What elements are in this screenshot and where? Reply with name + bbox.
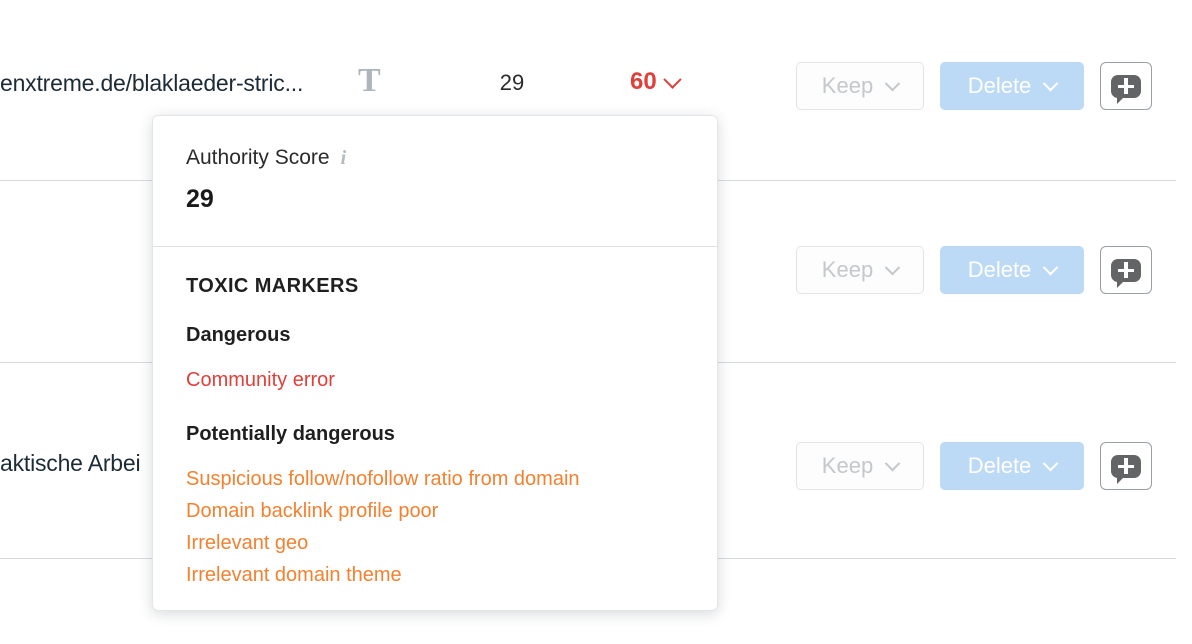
- toxic-marker-list: Suspicious follow/nofollow ratio from do…: [186, 463, 684, 591]
- delete-button-label: Delete: [967, 73, 1032, 98]
- keep-button[interactable]: Keep: [796, 246, 924, 294]
- popover-header: Authority Score i 29: [153, 116, 717, 246]
- popover-body: TOXIC MARKERS Dangerous Community error …: [153, 247, 717, 591]
- authority-score-label: Authority Score: [186, 146, 330, 169]
- authority-score-header: Authority Score i: [186, 146, 684, 170]
- delete-button[interactable]: Delete: [940, 62, 1084, 110]
- list-item: Community error: [186, 369, 335, 391]
- list-item: Irrelevant domain theme: [186, 564, 402, 586]
- chevron-down-icon: [1043, 259, 1059, 275]
- row-actions: Keep Delete: [796, 62, 1152, 110]
- delete-button[interactable]: Delete: [940, 442, 1084, 490]
- add-comment-button[interactable]: [1100, 62, 1152, 110]
- delete-button[interactable]: Delete: [940, 246, 1084, 294]
- chevron-down-icon: [884, 455, 901, 471]
- list-item: Suspicious follow/nofollow ratio from do…: [186, 468, 580, 490]
- keep-button[interactable]: Keep: [796, 62, 924, 110]
- keep-button[interactable]: Keep: [796, 442, 924, 490]
- comment-plus-icon: [1111, 454, 1141, 484]
- toxic-marker-list: Community error: [186, 364, 684, 396]
- add-comment-button[interactable]: [1100, 246, 1152, 294]
- backlink-url[interactable]: enxtreme.de/blaklaeder-stric...: [0, 70, 340, 97]
- chevron-down-icon: [1043, 455, 1059, 471]
- chevron-down-icon: [884, 259, 901, 275]
- toxic-markers-title: TOXIC MARKERS: [186, 275, 359, 297]
- comment-plus-icon: [1111, 74, 1141, 104]
- toxic-group-title: Potentially dangerous: [186, 423, 395, 445]
- toxic-group-title: Dangerous: [186, 324, 291, 346]
- info-icon[interactable]: i: [341, 148, 347, 168]
- toxicity-score-cell[interactable]: 60: [630, 68, 740, 96]
- list-item: Irrelevant geo: [186, 532, 309, 554]
- list-item: Domain backlink profile poor: [186, 500, 439, 522]
- add-comment-button[interactable]: [1100, 442, 1152, 490]
- keep-button-label: Keep: [821, 73, 874, 98]
- toxic-group-dangerous: Dangerous Community error: [186, 324, 684, 396]
- toxic-group-potentially-dangerous: Potentially dangerous Suspicious follow/…: [186, 423, 684, 591]
- row-actions: Keep Delete: [796, 442, 1152, 490]
- chevron-down-icon: [884, 75, 901, 91]
- row-actions: Keep Delete: [796, 246, 1152, 294]
- toxicity-score-value: 60: [630, 68, 657, 95]
- chevron-down-icon: [1043, 75, 1059, 91]
- text-link-icon: T: [358, 62, 381, 99]
- keep-button-label: Keep: [821, 257, 874, 282]
- delete-button-label: Delete: [967, 453, 1032, 478]
- comment-plus-icon: [1111, 258, 1141, 288]
- keep-button-label: Keep: [821, 453, 874, 478]
- delete-button-label: Delete: [967, 257, 1032, 282]
- authority-score-value: 29: [186, 185, 214, 213]
- chevron-down-icon: [663, 69, 682, 89]
- toxicity-detail-popover: Authority Score i 29 TOXIC MARKERS Dange…: [152, 115, 718, 611]
- authority-score-value: 29: [499, 70, 525, 95]
